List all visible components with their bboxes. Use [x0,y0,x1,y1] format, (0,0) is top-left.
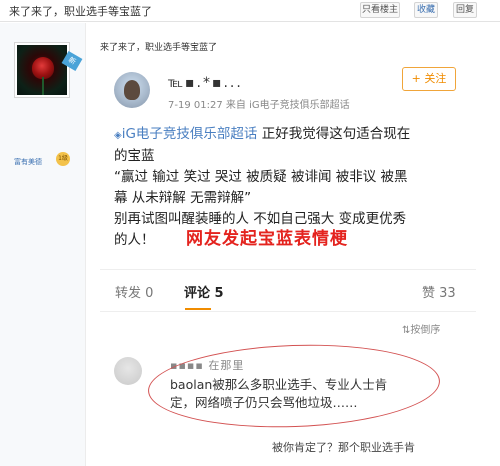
user-rank-label: 富有美德 [14,158,42,166]
weibo-stats-bar: 转发 0 评论 5 赞 33 [100,277,476,310]
commenter-avatar[interactable] [114,357,142,385]
reply-preview[interactable]: 被你肯定了？那个职业选手肯 [272,439,415,455]
weibo-username[interactable]: ℡▪.*▪... [168,75,243,91]
post-time: 7-19 01:27 [168,100,223,111]
body-line-4: 幕 从未辩解 无需辩解” [114,190,252,206]
rose-stem [42,77,44,95]
follow-button[interactable]: + 关注 [402,67,456,91]
like-tab[interactable]: 赞 33 [422,282,456,301]
red-highlight-circle [146,339,442,433]
red-caption: 网友发起宝蓝表情梗 [186,229,348,249]
rose-image [32,57,54,79]
comment-tab[interactable]: 评论 5 [184,282,224,301]
user-sidebar: 新 富有美德 1级 [0,23,86,466]
thread-title: 来了来了，职业选手等宝蓝了 [9,5,152,18]
divider [100,311,476,312]
reply-button[interactable]: 回复 [453,2,477,18]
repost-tab[interactable]: 转发 0 [115,282,153,301]
body-line-1: 正好我觉得这句适合现在 [257,126,411,142]
divider [100,269,476,270]
collect-button[interactable]: 收藏 [414,2,438,18]
weibo-meta: 7-19 01:27 来自 iG电子竞技俱乐部超话 [168,96,350,111]
user-avatar[interactable] [15,43,69,97]
supertopic-link[interactable]: iG电子竞技俱乐部超话 [122,126,258,142]
weibo-avatar[interactable] [114,72,150,108]
body-line-2: 的宝蓝 [114,148,155,164]
active-tab-indicator [185,308,211,310]
forum-topbar: 来了来了，职业选手等宝蓝了 只看楼主 收藏 回复 [0,0,500,22]
post-source[interactable]: 来自 iG电子竞技俱乐部超话 [226,100,350,111]
level-badge-icon: 1级 [56,152,70,166]
sort-order-button[interactable]: ⇅按倒序 [402,321,440,336]
only-op-button[interactable]: 只看楼主 [360,2,400,18]
supertopic-icon: ◈ [114,130,122,141]
weibo-screenshot: ℡▪.*▪... 7-19 01:27 来自 iG电子竞技俱乐部超话 + 关注 … [100,57,476,466]
reply-heading: 来了来了，职业选手等宝蓝了 [100,43,218,53]
body-line-3: “赢过 输过 笑过 哭过 被质疑 被诽闻 被非议 被黑 [114,169,408,185]
